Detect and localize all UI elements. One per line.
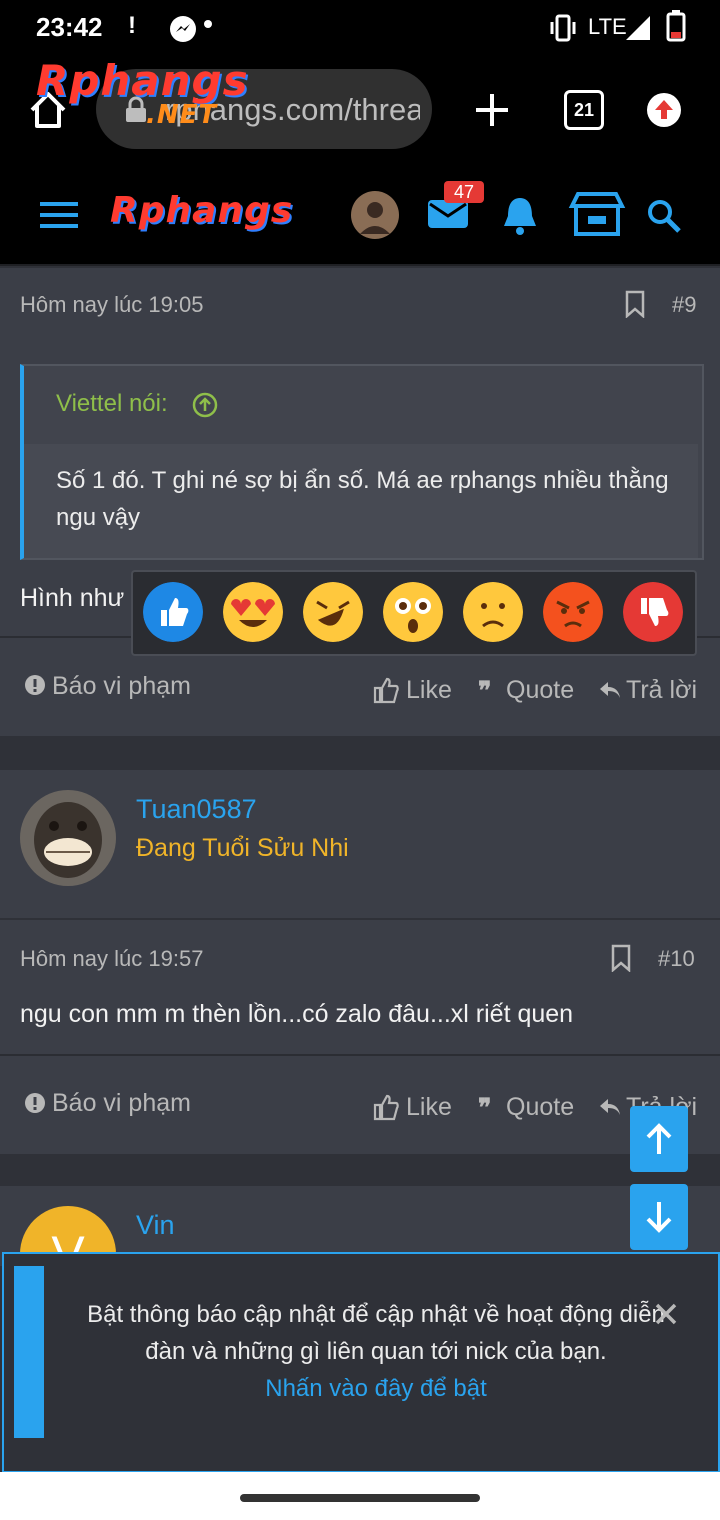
post-timestamp[interactable]: Hôm nay lúc 19:05	[20, 292, 203, 318]
post-body: Hình như	[20, 584, 125, 612]
username[interactable]: Tuan0587	[136, 794, 257, 825]
post-timestamp[interactable]: Hôm nay lúc 19:57	[20, 946, 203, 972]
status-bar: 23:42 ! LTE	[0, 0, 720, 56]
battery-icon	[666, 10, 686, 42]
post-number[interactable]: #9	[672, 292, 696, 318]
close-icon[interactable]	[654, 1302, 678, 1326]
like-outline-icon[interactable]	[372, 1093, 400, 1121]
upload-icon[interactable]	[646, 92, 682, 128]
bookmark-icon[interactable]	[610, 944, 632, 972]
inbox-badge: 47	[444, 181, 484, 203]
arrow-up-icon	[646, 1123, 672, 1154]
reply-icon[interactable]	[598, 680, 622, 700]
arrow-down-icon	[646, 1202, 672, 1233]
vibrate-icon	[550, 14, 576, 42]
signal-icon	[626, 16, 650, 40]
quote-author[interactable]: Viettel nói:	[56, 390, 168, 418]
report-icon[interactable]	[24, 1092, 46, 1114]
scroll-down-button[interactable]	[630, 1184, 688, 1250]
post-number[interactable]: #10	[658, 946, 695, 972]
user-avatar[interactable]	[350, 190, 400, 240]
bell-icon[interactable]	[500, 194, 540, 236]
sad-icon[interactable]	[463, 582, 523, 642]
quote-button[interactable]: Quote	[506, 1093, 574, 1122]
reaction-picker	[131, 570, 697, 656]
post-body: ngu con mm m thèn lồn...có zalo đâu...xl…	[20, 1000, 574, 1028]
angry-icon[interactable]	[543, 582, 603, 642]
tab-switcher-button[interactable]: 21	[564, 90, 604, 130]
notification-dot-icon	[204, 20, 212, 28]
site-brand-suffix: .NET	[146, 100, 218, 130]
username[interactable]: Vin	[136, 1210, 175, 1241]
quote-mark-icon: ❞	[478, 677, 492, 705]
quote-body: Số 1 đó. T ghi né sợ bị ẩn số. Má ae rph…	[24, 444, 698, 558]
laughing-icon[interactable]	[303, 582, 363, 642]
report-button[interactable]: Báo vi phạm	[52, 672, 191, 701]
quote-mark-icon: ❞	[478, 1094, 492, 1122]
system-navigation-bar	[0, 1472, 720, 1520]
user-title: Đang Tuổi Sửu Nhi	[136, 834, 349, 862]
bookmark-icon[interactable]	[624, 290, 646, 318]
menu-icon[interactable]	[40, 200, 80, 230]
arrow-up-circle-icon[interactable]	[192, 392, 218, 418]
reply-button[interactable]: Trả lời	[626, 676, 697, 705]
user-avatar[interactable]	[20, 790, 116, 886]
report-button[interactable]: Báo vi phạm	[52, 1089, 191, 1118]
like-button[interactable]: Like	[406, 676, 452, 705]
reply-icon[interactable]	[598, 1097, 622, 1117]
divider	[0, 1054, 720, 1056]
like-outline-icon[interactable]	[372, 676, 400, 704]
notice-accent-bar	[14, 1266, 44, 1438]
messenger-icon	[170, 16, 196, 42]
store-icon[interactable]	[568, 190, 626, 238]
notice-text: Bật thông báo cập nhật để cập nhật về ho…	[87, 1301, 665, 1365]
search-icon[interactable]	[646, 198, 682, 234]
enable-notifications-link[interactable]: Nhấn vào đây để bật	[64, 1370, 688, 1407]
like-button[interactable]: Like	[406, 1093, 452, 1122]
alert-icon: !	[128, 12, 136, 39]
status-time: 23:42	[36, 12, 103, 42]
like-icon[interactable]	[143, 582, 203, 642]
home-gesture-handle[interactable]	[240, 1494, 480, 1502]
dislike-icon[interactable]	[623, 582, 683, 642]
header-logo[interactable]: Rphangs	[110, 190, 293, 231]
quote-button[interactable]: Quote	[506, 676, 574, 705]
quote-text: Số 1 đó. T ghi né sợ bị ẩn số. Má ae rph…	[56, 467, 669, 531]
site-brand-logo: Rphangs	[36, 56, 249, 105]
new-tab-icon[interactable]	[472, 90, 512, 130]
scroll-up-button[interactable]	[630, 1106, 688, 1172]
quote-block: Viettel nói: Số 1 đó. T ghi né sợ bị ẩn …	[20, 364, 704, 560]
network-type: LTE	[588, 14, 627, 39]
report-icon[interactable]	[24, 674, 46, 696]
push-notification-prompt: Bật thông báo cập nhật để cập nhật về ho…	[2, 1252, 720, 1473]
surprised-icon[interactable]	[383, 582, 443, 642]
heart-eyes-icon[interactable]	[223, 582, 283, 642]
